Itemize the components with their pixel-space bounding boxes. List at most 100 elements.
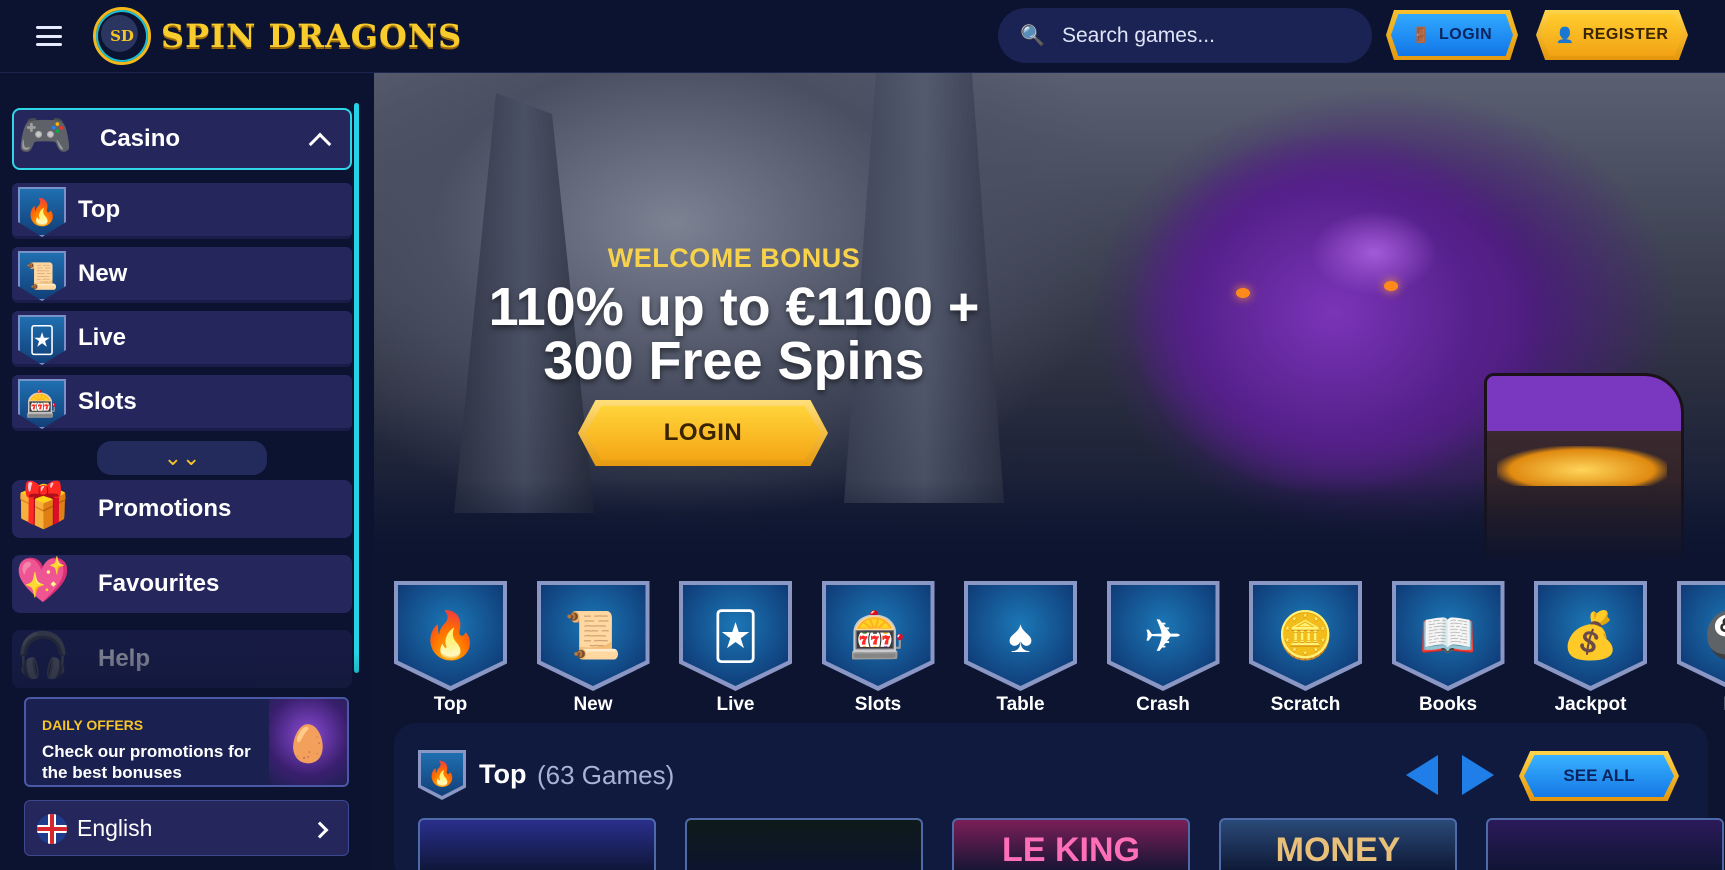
top-bar: SD SPIN DRAGONS 🔍 🚪 LOGIN 👤 REGISTER (0, 0, 1725, 73)
see-all-button[interactable]: SEE ALL (1519, 751, 1679, 801)
fire-icon: 🔥 (418, 750, 466, 800)
menu-icon[interactable] (36, 26, 62, 46)
category-crash[interactable]: ✈ Crash (1087, 578, 1220, 720)
gift-icon: 🎁 (15, 481, 71, 530)
sidebar-item-slots[interactable]: 🎰 Slots (12, 375, 352, 431)
sidebar-item-promotions[interactable]: 🎁 Promotions (12, 480, 352, 538)
plane-icon: ✈ (1110, 585, 1216, 686)
casino-label: Casino (100, 125, 181, 152)
category-label: Live (716, 694, 755, 715)
sidebar-item-label: Live (78, 323, 127, 351)
hero-login-button[interactable]: LOGIN (578, 400, 828, 466)
category-label: Books (1418, 694, 1478, 715)
game-tile[interactable] (685, 818, 923, 870)
login-label: LOGIN (1439, 26, 1493, 43)
category-live[interactable]: 🃏 Live (659, 578, 792, 720)
sidebar-item-label: Top (78, 195, 121, 223)
sidebar-item-label: Slots (78, 387, 137, 415)
category-scratch[interactable]: 🪙 Scratch (1229, 578, 1362, 720)
category-new[interactable]: 📜 New (517, 578, 650, 720)
scroll-icon: 📜 (540, 585, 646, 686)
bonus-headline: 110% up to €1100 + 300 Free Spins (488, 277, 980, 391)
sidebar-casino-toggle[interactable]: 🎮 Casino (12, 108, 352, 170)
game-tile[interactable]: LE KING (952, 818, 1190, 870)
double-chevron-down-icon: ⌄⌄ (163, 445, 201, 470)
favourites-label: Favourites (98, 570, 220, 597)
dragon-eye (1236, 288, 1250, 298)
promotions-label: Promotions (98, 495, 232, 522)
daily-offers-title: DAILY OFFERS (42, 717, 144, 733)
sidebar-item-top[interactable]: 🔥 Top (12, 183, 352, 239)
sidebar-item-new[interactable]: 📜 New (12, 247, 352, 303)
expand-more-button[interactable]: ⌄⌄ (97, 441, 267, 475)
login-door-icon: 🚪 (1411, 27, 1431, 44)
category-label: Crash (1136, 694, 1190, 715)
uk-flag-icon (37, 814, 67, 844)
category-label: Top (433, 694, 468, 715)
language-selector[interactable]: English (24, 800, 349, 856)
sidebar-item-label: New (78, 259, 128, 287)
card-flame-icon: ♠ (968, 585, 1073, 686)
category-bi[interactable]: 🎱 Bi (1657, 578, 1725, 720)
carousel-next-button[interactable] (1462, 755, 1494, 795)
game-tile[interactable] (418, 818, 656, 870)
gamepad-icon: 🎮 (17, 111, 73, 160)
search-bar[interactable]: 🔍 (998, 8, 1372, 63)
cards-icon: 🃏 (683, 585, 788, 686)
welcome-bonus-label: WELCOME BONUS (607, 243, 861, 273)
carousel-prev-button[interactable] (1406, 755, 1438, 795)
headset-icon: 🎧 (15, 631, 71, 680)
fire-icon: 🔥 (18, 187, 66, 237)
bingo-icon: 🎱 (1680, 585, 1725, 686)
hero-text: WELCOME BONUS 110% up to €1100 + 300 Fre… (434, 243, 1034, 388)
category-label: Bi (1657, 694, 1725, 716)
register-button[interactable]: 👤 REGISTER (1536, 10, 1688, 60)
register-label: REGISTER (1582, 26, 1669, 43)
top-games-section: 🔥 Top (63 Games) SEE ALL LE KING MONEY TR… (394, 723, 1724, 870)
chevron-right-icon (311, 821, 329, 839)
sidebar-item-favourites[interactable]: 💖 Favourites (12, 555, 352, 613)
hero-banner[interactable]: WELCOME BONUS 110% up to €1100 + 300 Fre… (374, 73, 1725, 570)
category-label: Slots (854, 694, 902, 715)
cards-icon: 🃏 (18, 315, 66, 365)
dragon-egg-icon: 🥚 (269, 699, 347, 785)
game-tile[interactable]: MONEY TRAIN 4 (1219, 818, 1457, 870)
category-jackpot[interactable]: 💰 Jackpot (1514, 578, 1647, 720)
logo-text: SPIN DRAGONS (161, 17, 463, 55)
add-user-icon: 👤 (1555, 27, 1575, 44)
section-title: Top (479, 759, 527, 789)
sidebar-item-live[interactable]: 🃏 Live (12, 311, 352, 367)
money-bag-icon: 💰 (1538, 585, 1643, 686)
daily-offers-card[interactable]: DAILY OFFERS Check our promotions for th… (24, 697, 349, 787)
chevron-up-icon (308, 132, 332, 156)
book-icon: 📖 (1395, 585, 1501, 686)
sidebar: 🎮 Casino 🔥 Top 📜 New 🃏 Live 🎰 Slots ⌄⌄ 🎁… (0, 73, 374, 870)
dragon-eye (1384, 281, 1398, 291)
language-label: English (77, 814, 153, 841)
category-label: Table (996, 694, 1045, 715)
category-top[interactable]: 🔥 Top (374, 578, 507, 720)
login-button[interactable]: 🚪 LOGIN (1386, 10, 1518, 60)
category-books[interactable]: 📖 Books (1372, 578, 1505, 720)
search-input[interactable] (1062, 23, 1342, 48)
daily-offers-text: Check our promotions for the best bonuse… (42, 742, 251, 782)
category-slots[interactable]: 🎰 Slots (802, 578, 935, 720)
help-label: Help (98, 645, 151, 672)
slot-machine-icon: 🎰 (18, 379, 66, 429)
search-icon: 🔍 (1020, 25, 1045, 47)
category-label: New (573, 694, 613, 715)
heart-icon: 💖 (15, 556, 71, 605)
category-label: Jackpot (1554, 694, 1627, 715)
sidebar-item-help[interactable]: 🎧 Help (12, 630, 352, 688)
dragon-emblem-icon: SD (93, 7, 151, 65)
scroll-icon: 📜 (18, 251, 66, 301)
site-logo[interactable]: SD SPIN DRAGONS (93, 6, 462, 66)
category-strip: 🔥 Top 📜 New 🃏 Live 🎰 Slots ♠ Table ✈ Crash 🪙 Scratch 📖… (374, 578, 1725, 720)
coin-icon: 🪙 (1253, 585, 1358, 686)
slot-machine-icon: 🎰 (825, 585, 931, 686)
fire-icon: 🔥 (398, 585, 503, 686)
category-table[interactable]: ♠ Table (944, 578, 1077, 720)
game-tile[interactable] (1486, 818, 1724, 870)
category-label: Scratch (1270, 694, 1341, 715)
sidebar-scrollbar[interactable] (354, 103, 359, 673)
